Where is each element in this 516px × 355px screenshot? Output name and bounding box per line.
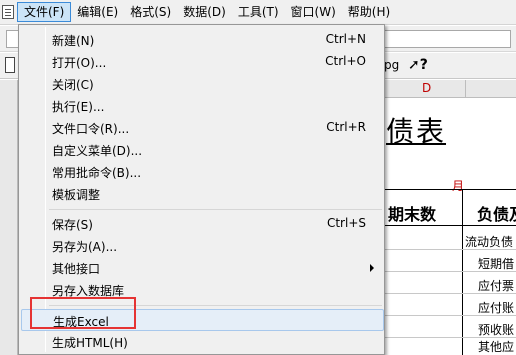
cell-short-term-loan[interactable]: 短期借: [478, 255, 514, 272]
menu-item-label: 保存(S): [52, 218, 93, 232]
menu-tools[interactable]: 工具(T): [232, 2, 285, 22]
new-document-icon[interactable]: [5, 57, 15, 73]
menu-item-batch-commands[interactable]: 常用批命令(B)...: [21, 161, 384, 183]
menu-item-shortcut: Ctrl+R: [326, 120, 366, 134]
header-liabilities: 负债及: [477, 205, 516, 224]
menu-item-file-password[interactable]: 文件口令(R)... Ctrl+R: [21, 117, 384, 139]
cell-advance-receipts[interactable]: 预收账: [478, 321, 514, 338]
menu-item-save[interactable]: 保存(S) Ctrl+S: [21, 213, 384, 235]
menu-help[interactable]: 帮助(H): [342, 2, 396, 22]
menu-item-label: 执行(E)...: [52, 100, 105, 114]
row-header[interactable]: [0, 80, 18, 355]
menu-item-label: 打开(O)...: [52, 56, 107, 70]
menu-window[interactable]: 窗口(W): [285, 2, 342, 22]
menu-item-close[interactable]: 关闭(C): [21, 73, 384, 95]
menu-edit[interactable]: 编辑(E): [71, 2, 124, 22]
page-setup-button[interactable]: pg: [384, 58, 399, 72]
menu-separator: [49, 209, 382, 210]
menu-item-label: 文件口令(R)...: [52, 122, 130, 136]
sheet-title: 债表: [386, 115, 447, 148]
table-border: [380, 189, 516, 190]
table-border: [462, 189, 463, 355]
column-separator[interactable]: [465, 80, 466, 98]
menubar: 文件(F) 编辑(E) 格式(S) 数据(D) 工具(T) 窗口(W) 帮助(H…: [0, 0, 516, 25]
help-label: ?: [419, 57, 428, 73]
menu-item-label: 其他接口: [52, 262, 101, 276]
menu-item-label: 新建(N): [52, 34, 95, 48]
menu-item-label: 关闭(C): [52, 78, 94, 92]
menu-item-label: 模板调整: [52, 188, 101, 202]
menu-item-open[interactable]: 打开(O)... Ctrl+O: [21, 51, 384, 73]
menu-item-label: 生成HTML(H): [52, 336, 128, 350]
cell-notes-payable[interactable]: 应付票: [478, 277, 514, 294]
menu-item-label: 自定义菜单(D)...: [52, 144, 143, 158]
menu-item-shortcut: Ctrl+O: [325, 54, 366, 68]
submenu-arrow-icon: [370, 264, 374, 272]
cell-accounts-payable[interactable]: 应付账: [478, 299, 514, 316]
cell-other-payables[interactable]: 其他应: [478, 338, 514, 355]
menu-item-save-as[interactable]: 另存为(A)...: [21, 235, 384, 257]
menu-item-template-adjust[interactable]: 模板调整: [21, 183, 384, 205]
menu-item-label: 常用批命令(B)...: [52, 166, 142, 180]
context-help-button[interactable]: ➚?: [408, 57, 428, 73]
menu-format[interactable]: 格式(S): [124, 2, 177, 22]
menu-item-label: 另存为(A)...: [52, 240, 118, 254]
cell-current-liabilities[interactable]: 流动负债: [465, 233, 513, 250]
header-closing-balance: 期末数: [388, 205, 437, 224]
menu-item-generate-html[interactable]: 生成HTML(H): [21, 331, 384, 353]
table-border: [380, 225, 516, 226]
menu-item-custom-menu[interactable]: 自定义菜单(D)...: [21, 139, 384, 161]
menu-item-other-interfaces[interactable]: 其他接口: [21, 257, 384, 279]
menu-file[interactable]: 文件(F): [17, 2, 72, 22]
menu-item-new[interactable]: 新建(N) Ctrl+N: [21, 29, 384, 51]
highlight-annotation-box: [30, 297, 136, 329]
menu-item-shortcut: Ctrl+N: [325, 32, 366, 46]
menu-data[interactable]: 数据(D): [177, 2, 232, 22]
app-document-icon[interactable]: [2, 5, 14, 19]
help-pointer-icon: ➚: [408, 57, 420, 73]
menu-item-execute[interactable]: 执行(E)...: [21, 95, 384, 117]
column-d-label[interactable]: D: [422, 81, 431, 95]
menu-item-shortcut: Ctrl+S: [326, 216, 366, 230]
